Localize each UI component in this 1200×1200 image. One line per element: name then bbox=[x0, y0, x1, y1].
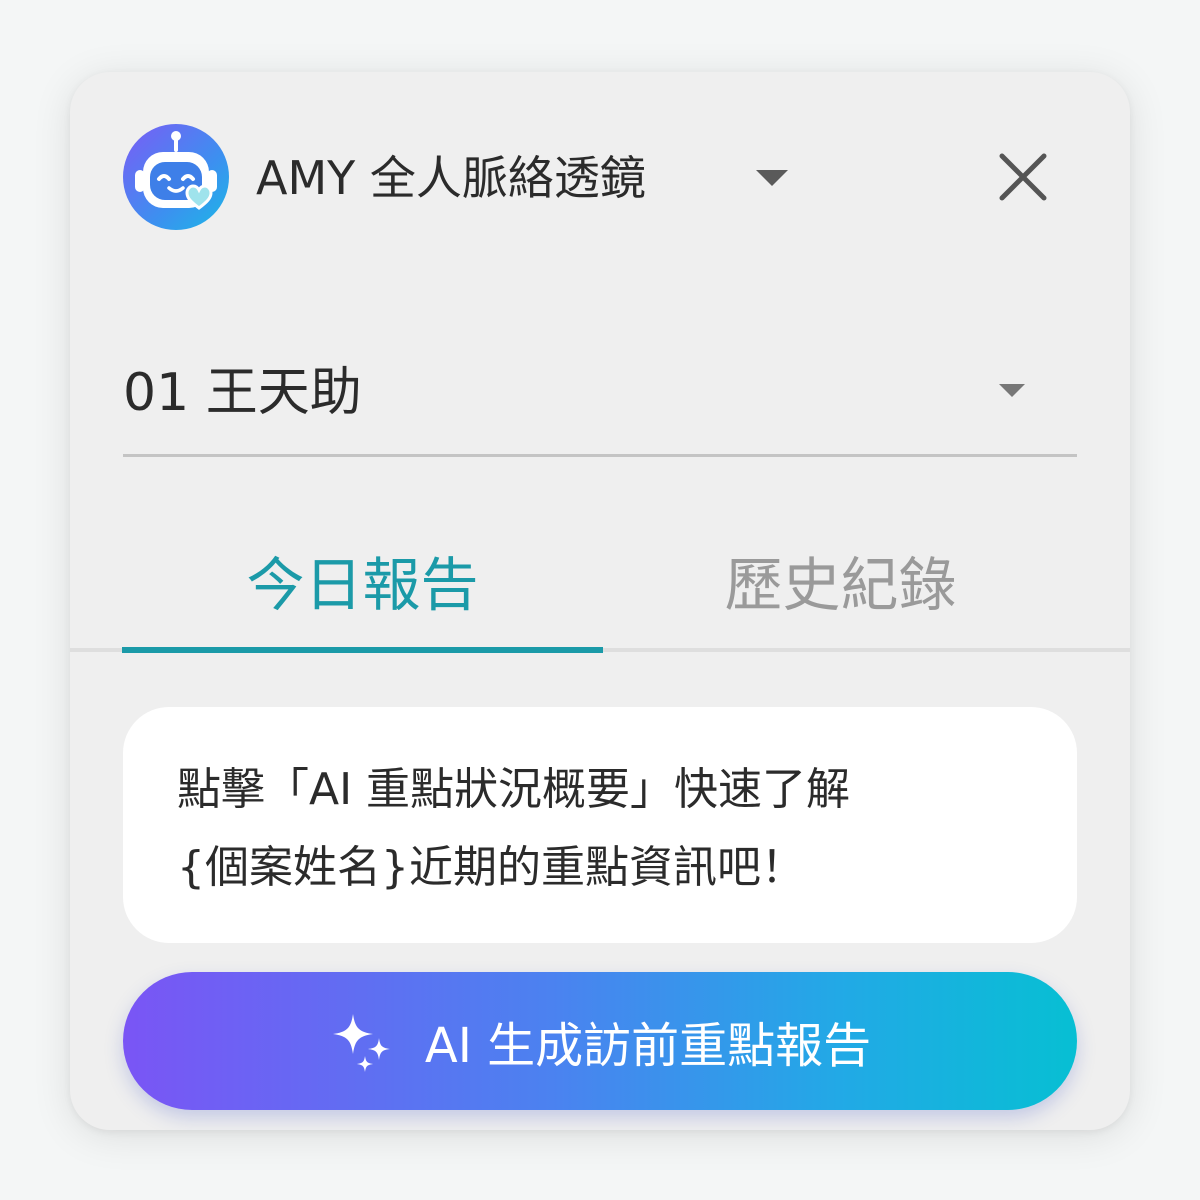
message-line: {個案姓名}近期的重點資訊吧！ bbox=[177, 842, 805, 893]
sparkle-icon bbox=[332, 1014, 390, 1072]
message-bubble: 點擊「AI 重點狀況概要」快速了解 {個案姓名}近期的重點資訊吧！ bbox=[123, 707, 1077, 943]
robot-avatar-icon bbox=[123, 124, 229, 230]
message-text: 點擊「AI 重點狀況概要」快速了解 {個案姓名}近期的重點資訊吧！ bbox=[177, 751, 1037, 907]
generate-report-button[interactable]: AI 生成訪前重點報告 bbox=[123, 972, 1077, 1110]
caret-down-icon[interactable] bbox=[756, 170, 788, 186]
caret-down-icon bbox=[999, 384, 1025, 397]
tab-today-report[interactable]: 今日報告 bbox=[122, 512, 603, 648]
report-tabs: 今日報告 歷史紀錄 bbox=[70, 512, 1130, 654]
active-tab-indicator bbox=[122, 647, 603, 653]
tab-history[interactable]: 歷史紀錄 bbox=[603, 512, 1078, 648]
amy-panel: AMY 全人脈絡透鏡 01 王天助 今日報告 歷史紀錄 點擊「AI 重點狀況概要… bbox=[70, 72, 1130, 1130]
close-button[interactable] bbox=[990, 144, 1056, 210]
client-select[interactable]: 01 王天助 bbox=[123, 354, 1077, 457]
message-line: 點擊「AI 重點狀況概要」快速了解 bbox=[177, 764, 851, 815]
generate-report-label: AI 生成訪前重點報告 bbox=[424, 1018, 872, 1074]
client-select-value: 01 王天助 bbox=[123, 363, 362, 423]
close-icon bbox=[999, 153, 1047, 201]
app-title: AMY 全人脈絡透鏡 bbox=[256, 151, 646, 205]
